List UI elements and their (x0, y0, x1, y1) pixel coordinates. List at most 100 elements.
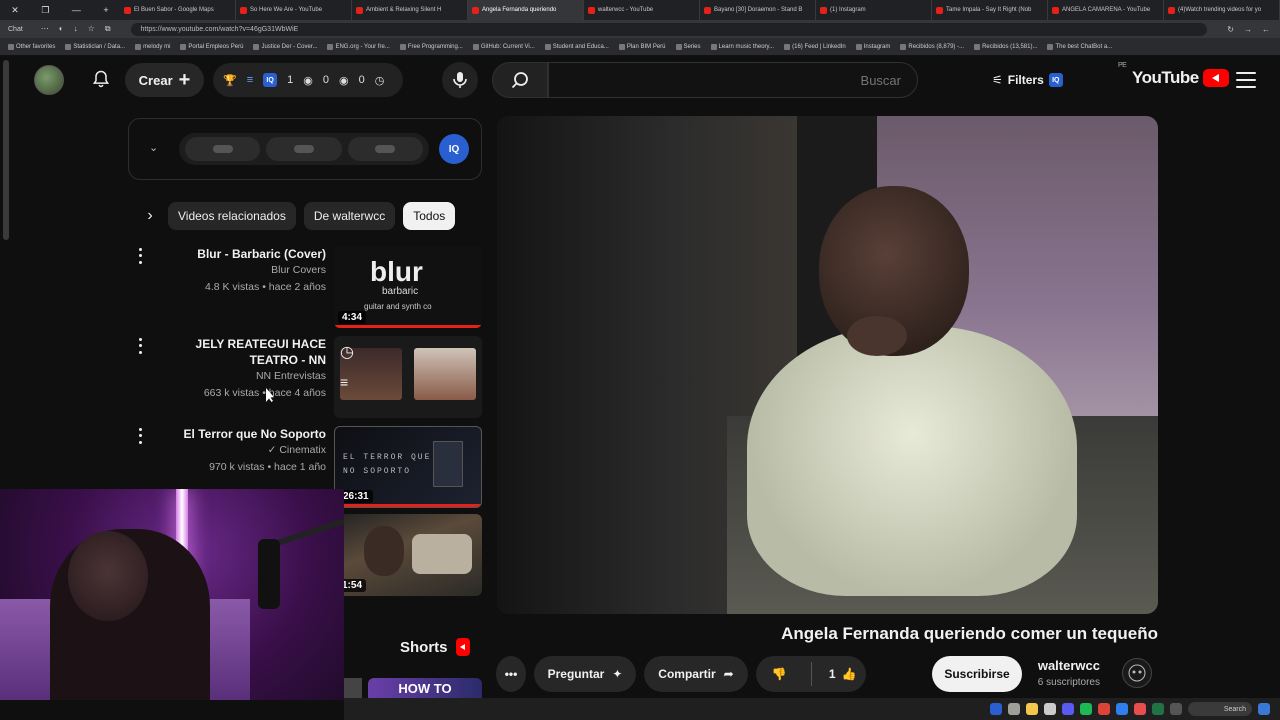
bookmark-item[interactable]: GitHub: Current Vi... (472, 43, 535, 50)
recommendation-title[interactable]: El Terror que No Soporto (154, 426, 326, 442)
browser-tab[interactable]: El Buen Sabor - Google Maps (120, 0, 236, 20)
ask-button[interactable]: Preguntar ✦ (534, 656, 636, 692)
youtube-logo[interactable]: PE YouTube (1118, 62, 1229, 88)
search-button[interactable] (492, 62, 548, 98)
app-icon[interactable] (1008, 703, 1020, 715)
browser-tab[interactable]: So Here We Are - YouTube (236, 0, 352, 20)
recommendation-title[interactable]: Blur - Barbaric (Cover) (154, 246, 326, 262)
trophy-icon[interactable]: 🏆 (223, 74, 237, 87)
minimize-window-icon[interactable]: — (72, 5, 81, 16)
bookmark-item[interactable]: Free Programming... (399, 43, 463, 50)
forward-icon[interactable]: → (1244, 25, 1252, 34)
subscribe-button[interactable]: Suscribirse (932, 656, 1022, 692)
browser-tab[interactable]: (4)Watch trending videos for yo (1164, 0, 1280, 20)
edge-icon[interactable] (1116, 703, 1128, 715)
chip-all[interactable]: Todos (403, 202, 456, 230)
more-options-icon[interactable] (132, 246, 148, 266)
browser-tab[interactable]: (1) Instagram (816, 0, 932, 20)
recommendation-item[interactable]: JELY REATEGUI HACE TEATRO - NN NN Entrev… (128, 336, 482, 420)
copilot-icon[interactable]: ◐ (59, 24, 64, 34)
bookmark-item[interactable]: Statisticlan / Data... (65, 43, 125, 50)
chevron-down-icon[interactable]: ⌄ (149, 141, 158, 154)
recommendation-channel[interactable]: NN Entrevistas (154, 368, 326, 385)
recommendation-thumbnail[interactable]: EL TERROR QUE NO SOPORTO 26:31 (334, 426, 482, 508)
recommendation-channel[interactable]: ✓ Cinematix (154, 442, 326, 459)
browser-tab[interactable]: walterwcc - YouTube (584, 0, 700, 20)
discord-icon[interactable] (1062, 703, 1074, 715)
browser-tab[interactable]: ANGELA CAMARENA - YouTube (1048, 0, 1164, 20)
close-window-icon[interactable]: ✕ (11, 5, 19, 16)
dislike-button[interactable]: 👎 (756, 667, 803, 681)
spotify-icon[interactable] (1080, 703, 1092, 715)
browser-tab[interactable]: Ambient & Relaxing Silent H (352, 0, 468, 20)
more-actions-button[interactable]: ••• (496, 656, 526, 692)
short-thumbnail[interactable] (344, 678, 362, 698)
bookmark-item[interactable]: The best ChatBot a... (1047, 43, 1112, 50)
bookmark-item[interactable]: Other favorites (8, 43, 55, 50)
iq-tile-icon[interactable]: IQ (263, 73, 278, 87)
more-options-icon[interactable] (132, 336, 148, 356)
watch-later-clock-icon[interactable]: ◷ (340, 342, 354, 362)
reload-icon[interactable]: ↻ (1227, 25, 1234, 34)
add-to-queue-icon[interactable]: ≡ (340, 374, 348, 390)
restore-window-icon[interactable]: ❐ (41, 5, 49, 16)
hamburger-menu-icon[interactable] (1236, 70, 1256, 90)
bookmark-item[interactable]: Recibidos (8,879) -... (900, 43, 964, 50)
back-icon[interactable]: ← (1262, 25, 1270, 34)
recommendation-thumbnail[interactable]: blur barbaric guitar and synth co 4:34 (334, 246, 482, 328)
bookmark-item[interactable]: melody mi (135, 43, 170, 50)
file-explorer-icon[interactable] (1026, 703, 1038, 715)
bookmark-item[interactable]: Series (675, 43, 701, 50)
recommendation-title[interactable]: JELY REATEGUI HACE TEATRO - NN (154, 336, 326, 368)
chip-related-videos[interactable]: Videos relacionados (168, 202, 296, 230)
bookmark-item[interactable]: Plan BIM Perú (618, 43, 666, 50)
browser-tab-active[interactable]: Angela Fernanda queriendo (468, 0, 584, 20)
video-player[interactable] (497, 116, 1158, 614)
filters-button[interactable]: ⚟ Filters IQ (992, 68, 1082, 92)
bookmark-item[interactable]: Recibidos (13,581)... (974, 43, 1037, 50)
voice-search-mic-icon[interactable] (442, 62, 478, 98)
url-field[interactable]: https://www.youtube.com/watch?v=46gG31Wb… (130, 22, 1208, 36)
channel-name[interactable]: walterwcc (1030, 656, 1100, 676)
extensions-icon[interactable]: ⧉ (105, 24, 111, 34)
new-tab-icon[interactable]: + (103, 5, 108, 16)
windows-start-icon[interactable] (1258, 703, 1270, 715)
recommendation-thumbnail[interactable]: ◷ ≡ (334, 336, 482, 418)
bookmark-item[interactable]: Learn music theory... (710, 43, 774, 50)
recommendation-item[interactable]: Blur - Barbaric (Cover) Blur Covers 4.8 … (128, 246, 482, 330)
download-icon[interactable]: ↓ (74, 24, 78, 34)
more-options-icon[interactable] (132, 426, 148, 446)
chevron-right-icon[interactable]: › (140, 202, 160, 230)
recommendation-thumbnail[interactable]: 1:54 (334, 514, 482, 596)
app-icon[interactable] (1044, 703, 1056, 715)
page-scrollbar[interactable] (3, 60, 9, 240)
favorites-icon[interactable]: ☆ (88, 24, 95, 34)
menu-dots-icon[interactable]: ⋯ (41, 24, 49, 34)
taskbar-search[interactable]: Search (1188, 702, 1252, 716)
extension-pill[interactable] (266, 137, 342, 161)
bookmark-item[interactable]: ENG.org - Your fre... (327, 43, 390, 50)
bookmark-item[interactable]: Student and Educa... (544, 43, 609, 50)
search-input[interactable] (548, 62, 918, 98)
notifications-bell-icon[interactable] (88, 66, 114, 92)
extension-pill[interactable] (185, 137, 261, 161)
iq-badge-icon[interactable]: IQ (439, 134, 469, 164)
bookmark-item[interactable]: Justice Der - Cover... (253, 43, 317, 50)
create-button[interactable]: Crear + (125, 63, 204, 97)
chrome-icon[interactable] (1098, 703, 1110, 715)
list-icon[interactable]: ≡ (247, 74, 253, 86)
browser-tab[interactable]: Tame Impala - Say It Right (Nob (932, 0, 1048, 20)
like-button[interactable]: 1 👍 (820, 667, 867, 681)
bookmark-item[interactable]: Instagram (855, 43, 890, 50)
short-thumbnail[interactable]: HOW TO (368, 678, 482, 698)
chip-from-channel[interactable]: De walterwcc (303, 202, 396, 230)
share-button[interactable]: Compartir ➦ (644, 656, 748, 692)
app-icon[interactable] (1134, 703, 1146, 715)
chat-button[interactable]: Chat (0, 26, 31, 33)
account-avatar[interactable] (34, 65, 64, 95)
app-icon[interactable] (1170, 703, 1182, 715)
channel-avatar[interactable] (1122, 658, 1152, 688)
excel-icon[interactable] (1152, 703, 1164, 715)
recommendation-channel[interactable]: Blur Covers (154, 262, 326, 279)
outlook-icon[interactable] (990, 703, 1002, 715)
